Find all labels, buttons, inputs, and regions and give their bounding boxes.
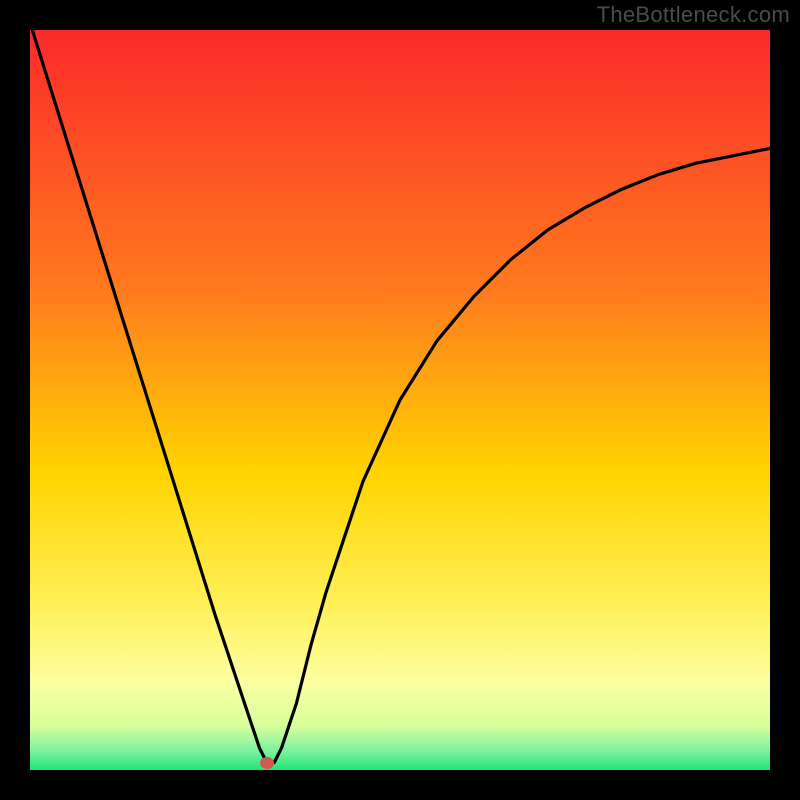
curve-layer xyxy=(30,30,770,770)
optimum-marker xyxy=(260,757,274,769)
chart-frame: TheBottleneck.com xyxy=(0,0,800,800)
watermark-text: TheBottleneck.com xyxy=(597,2,790,28)
bottleneck-curve xyxy=(30,30,770,763)
plot-area xyxy=(30,30,770,770)
